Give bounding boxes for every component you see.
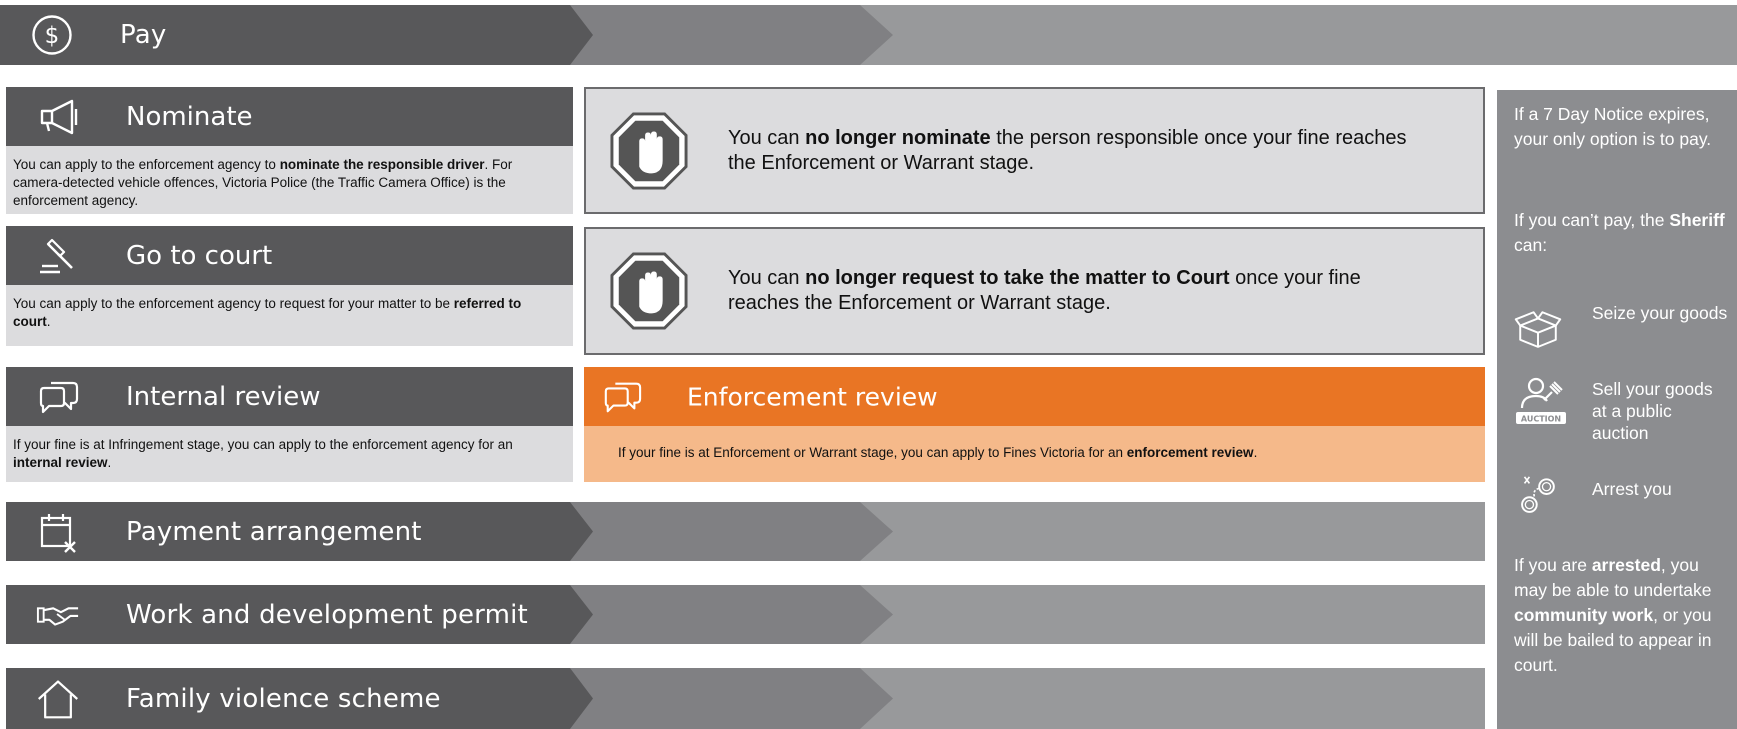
desc-text: You can apply to the enforcement agency … — [13, 157, 280, 172]
desc-text: If your fine is at Enforcement or Warran… — [618, 445, 1127, 460]
desc-text: If your fine is at Infringement stage, y… — [13, 437, 513, 452]
sidebar-bold: arrested — [1591, 555, 1661, 575]
speech-bubbles-icon — [602, 377, 642, 417]
sidebar-intro: If a 7 Day Notice expires, your only opt… — [1514, 104, 1712, 149]
court-stop-text: You can no longer request to take the ma… — [728, 266, 1428, 316]
court-stop-notice: You can no longer request to take the ma… — [584, 227, 1485, 355]
stop-text: You can — [728, 267, 806, 289]
enforcement-review-header[interactable]: Enforcement review — [584, 367, 1485, 426]
handshake-icon — [36, 593, 80, 637]
house-icon — [36, 677, 80, 721]
internal-review-header[interactable]: Internal review — [6, 367, 573, 426]
sidebar-bold: Sheriff — [1669, 210, 1725, 230]
sheriff-sidebar: If a 7 Day Notice expires, your only opt… — [1497, 90, 1737, 729]
sidebar-arrested: If you are arrested, you may be able to … — [1514, 553, 1734, 678]
court-header[interactable]: Go to court — [6, 226, 573, 285]
sidebar-item-text: Sell your goods at a public auction — [1592, 379, 1713, 443]
sidebar-text: If you can’t pay, the — [1514, 210, 1670, 230]
family-violence-row[interactable]: Family violence scheme — [6, 668, 1485, 729]
sidebar-item-text: Arrest you — [1592, 479, 1672, 499]
stop-text: You can — [728, 126, 806, 149]
nominate-stop-notice: You can no longer nominate the person re… — [584, 87, 1485, 214]
enforcement-review-label: Enforcement review — [687, 382, 938, 411]
speech-bubbles-icon — [36, 375, 80, 419]
desc-bold: nominate the responsible driver — [279, 157, 485, 172]
payment-arrangement-label: Payment arrangement — [126, 516, 422, 547]
court-label: Go to court — [126, 240, 273, 271]
pay-row[interactable]: $ Pay — [0, 5, 1737, 65]
sidebar-item-seize: Seize your goods — [1514, 302, 1734, 362]
arrow-band — [0, 5, 1737, 65]
sidebar-cant-pay: If you can’t pay, the Sheriff can: — [1514, 208, 1734, 258]
megaphone-icon — [36, 95, 80, 139]
desc-bold: internal review — [13, 455, 108, 470]
desc-text: . — [1253, 445, 1258, 460]
work-permit-label: Work and development permit — [126, 599, 528, 630]
pay-label: Pay — [120, 20, 167, 50]
nominate-stop-text: You can no longer nominate the person re… — [728, 126, 1428, 176]
desc-text: . — [46, 314, 51, 329]
payment-arrangement-row[interactable]: Payment arrangement — [6, 502, 1485, 561]
desc-bold: enforcement review — [1126, 445, 1254, 460]
handcuffs-icon — [1521, 476, 1555, 513]
enforcement-review-description: If your fine is at Enforcement or Warran… — [584, 426, 1485, 482]
nominate-description: You can apply to the enforcement agency … — [6, 146, 573, 214]
svg-text:$: $ — [45, 23, 60, 49]
sidebar-text: If you are — [1514, 555, 1592, 575]
desc-text: You can apply to the enforcement agency … — [13, 296, 454, 311]
stop-hand-icon — [610, 252, 688, 330]
nominate-label: Nominate — [126, 101, 253, 132]
sidebar-item-arrest: Arrest you — [1514, 474, 1734, 534]
stop-bold: no longer nominate — [805, 126, 991, 149]
internal-review-label: Internal review — [126, 381, 321, 412]
dollar-icon: $ — [30, 13, 74, 57]
sidebar-bold: community work — [1514, 605, 1654, 625]
court-description: You can apply to the enforcement agency … — [6, 285, 573, 346]
auction-badge: AUCTION — [1521, 415, 1561, 424]
internal-review-description: If your fine is at Infringement stage, y… — [6, 426, 573, 482]
calendar-icon — [36, 510, 80, 554]
auction-icon: AUCTION — [1516, 377, 1566, 424]
desc-text: . — [107, 455, 112, 470]
sidebar-item-auction: AUCTION Sell your goods at a public auct… — [1514, 377, 1734, 443]
gavel-icon — [36, 234, 80, 278]
stop-bold: no longer request to take the matter to … — [805, 267, 1230, 289]
nominate-header[interactable]: Nominate — [6, 87, 573, 146]
sidebar-item-text: Seize your goods — [1592, 303, 1728, 323]
stop-hand-icon — [610, 111, 688, 190]
box-icon — [1514, 311, 1562, 348]
work-permit-row[interactable]: Work and development permit — [6, 585, 1485, 644]
sidebar-text: can: — [1514, 235, 1548, 255]
family-violence-label: Family violence scheme — [126, 683, 441, 714]
